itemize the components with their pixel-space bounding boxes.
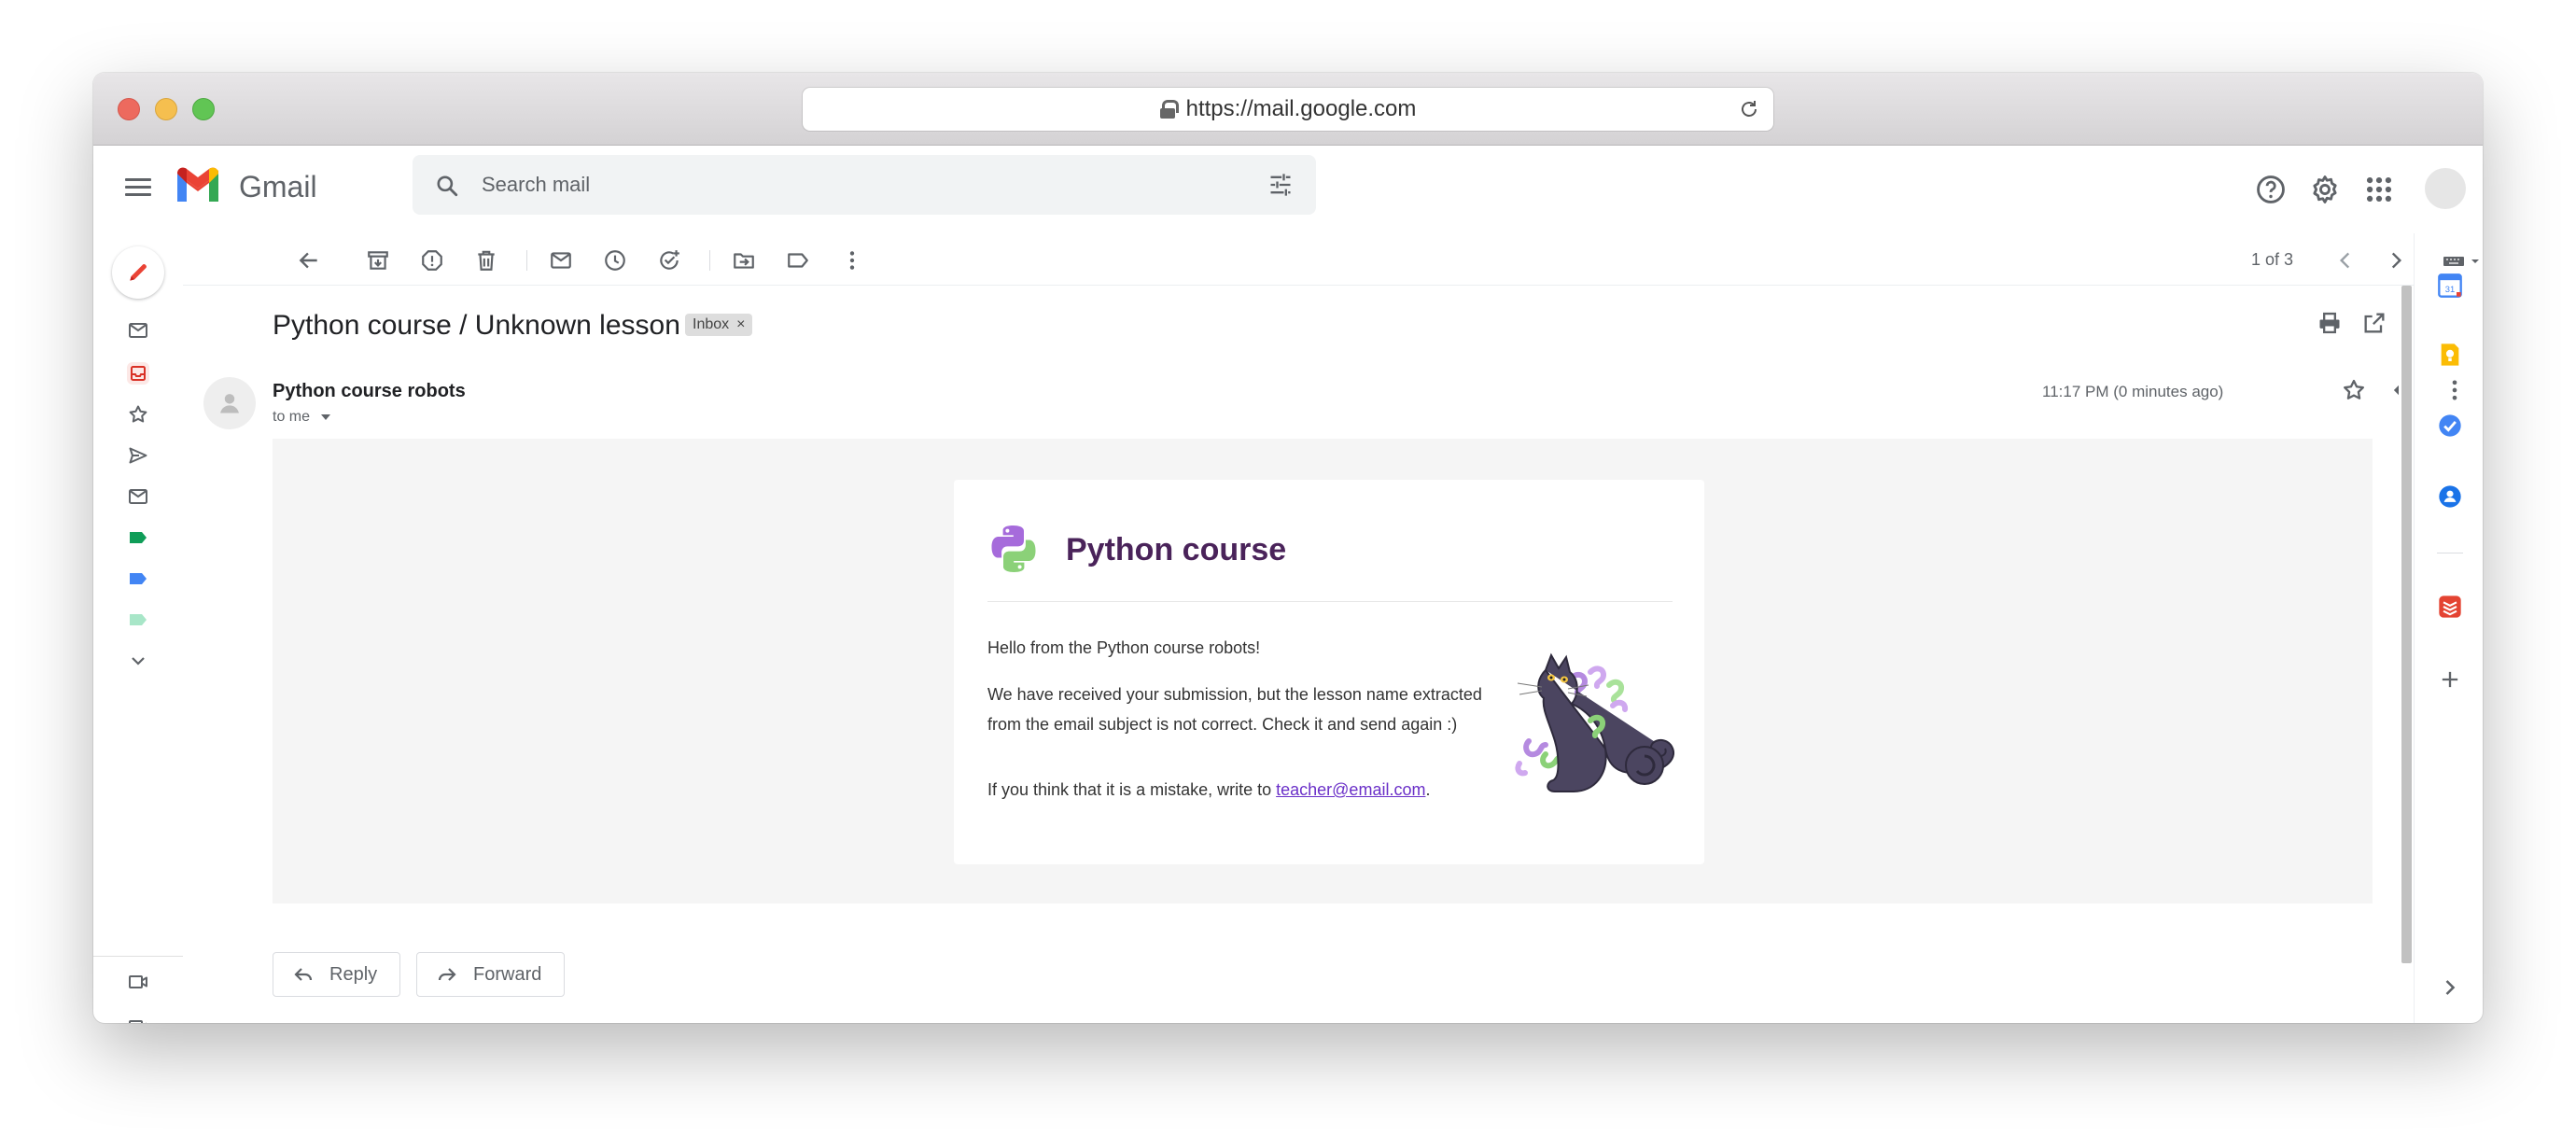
account-avatar[interactable] bbox=[2425, 168, 2466, 209]
keep-notes-icon[interactable] bbox=[2437, 342, 2463, 368]
all-mail-icon[interactable] bbox=[127, 485, 149, 508]
gmail-logo-icon bbox=[177, 167, 218, 202]
recipient-text: to me bbox=[273, 409, 311, 425]
message-toolbar: 1 of 3 bbox=[183, 233, 2479, 286]
toolbar-separator bbox=[526, 250, 527, 271]
side-panel: 31 bbox=[2414, 233, 2483, 1023]
pencil-icon bbox=[130, 264, 147, 281]
remove-label-icon[interactable]: × bbox=[736, 316, 745, 333]
person-icon bbox=[220, 394, 239, 413]
pagination-count: 1 of 3 bbox=[2251, 250, 2294, 269]
report-spam-icon[interactable] bbox=[420, 248, 444, 273]
star-icon[interactable] bbox=[2341, 377, 2367, 403]
card-divider bbox=[987, 601, 1673, 602]
message-timestamp: 11:17 PM (0 minutes ago) bbox=[2042, 383, 2224, 400]
email-card: Python course Hello from the Python cour… bbox=[954, 480, 1704, 864]
sender-name[interactable]: Python course robots bbox=[273, 381, 466, 402]
older-chevron-right-icon[interactable] bbox=[2384, 248, 2408, 273]
card-title: Python course bbox=[1066, 532, 1287, 568]
settings-gear-icon[interactable] bbox=[2309, 174, 2341, 205]
minimize-window-button[interactable] bbox=[155, 98, 177, 120]
zoom-window-button[interactable] bbox=[192, 98, 215, 120]
search-options-icon[interactable] bbox=[1267, 172, 1294, 198]
tasks-icon[interactable] bbox=[2437, 413, 2463, 439]
email-subject: Python course / Unknown lesson bbox=[273, 310, 680, 341]
main-menu-icon[interactable] bbox=[125, 174, 151, 202]
contacts-icon[interactable] bbox=[2437, 483, 2463, 510]
snooze-clock-icon[interactable] bbox=[603, 248, 627, 273]
forward-icon bbox=[438, 968, 456, 981]
reload-icon[interactable] bbox=[1738, 98, 1760, 120]
mistake-note: If you think that it is a mistake, write… bbox=[987, 775, 1430, 805]
add-to-tasks-icon[interactable] bbox=[657, 248, 681, 273]
reply-icon bbox=[294, 968, 313, 981]
teacher-email-link[interactable]: teacher@email.com bbox=[1276, 780, 1425, 799]
submission-message: We have received your submission, but th… bbox=[987, 685, 1482, 734]
print-icon[interactable] bbox=[2317, 310, 2343, 336]
email-body: Python course Hello from the Python cour… bbox=[273, 439, 2373, 904]
move-to-folder-icon[interactable] bbox=[732, 248, 756, 273]
delete-trash-icon[interactable] bbox=[474, 248, 498, 273]
label-icon[interactable] bbox=[786, 248, 810, 273]
python-logo-icon bbox=[991, 525, 1036, 572]
label-mint-icon[interactable] bbox=[127, 609, 149, 631]
url-text: https://mail.google.com bbox=[1185, 96, 1417, 121]
scrollbar-thumb[interactable] bbox=[2401, 286, 2412, 963]
newer-chevron-left-icon[interactable] bbox=[2333, 248, 2358, 273]
inbox-label-chip[interactable]: Inbox × bbox=[685, 314, 753, 336]
label-green-icon[interactable] bbox=[127, 526, 149, 549]
reply-button[interactable]: Reply bbox=[273, 952, 401, 997]
search-icon[interactable] bbox=[435, 174, 459, 198]
browser-titlebar: https://mail.google.com bbox=[93, 73, 2483, 146]
lock-icon bbox=[1159, 100, 1179, 119]
mistake-prefix: If you think that it is a mistake, write… bbox=[987, 780, 1277, 799]
close-window-button[interactable] bbox=[118, 98, 140, 120]
svg-text:31: 31 bbox=[2445, 285, 2455, 294]
left-sidebar bbox=[93, 233, 183, 1023]
mark-unread-icon[interactable] bbox=[549, 248, 573, 273]
inbox-label-text: Inbox bbox=[693, 316, 730, 332]
mistake-suffix: . bbox=[1425, 780, 1431, 799]
calendar-icon[interactable]: 31 bbox=[2437, 273, 2463, 299]
label-blue-icon[interactable] bbox=[127, 568, 149, 590]
caret-down-icon bbox=[321, 413, 331, 420]
apps-grid-icon[interactable] bbox=[2363, 174, 2395, 205]
inbox-icon[interactable] bbox=[127, 362, 149, 385]
browser-window: https://mail.google.com Gmail Search mai… bbox=[93, 73, 2483, 1023]
back-arrow-icon[interactable] bbox=[297, 248, 321, 273]
compose-button[interactable] bbox=[112, 246, 164, 299]
cat-illustration bbox=[1515, 652, 1674, 792]
todoist-addon-icon[interactable] bbox=[2437, 594, 2463, 620]
meet-video-icon[interactable] bbox=[127, 971, 149, 993]
recipient-details-toggle[interactable]: to me bbox=[273, 409, 332, 426]
search-bar bbox=[413, 155, 1316, 215]
address-bar[interactable]: https://mail.google.com bbox=[803, 88, 1773, 131]
help-icon[interactable] bbox=[2255, 174, 2287, 205]
new-meeting-icon[interactable] bbox=[127, 1016, 149, 1023]
search-input[interactable] bbox=[482, 166, 1210, 203]
gmail-header: Gmail bbox=[93, 146, 2483, 233]
forward-button[interactable]: Forward bbox=[416, 952, 566, 997]
get-addons-plus-icon[interactable] bbox=[2437, 666, 2463, 693]
forward-label: Forward bbox=[473, 963, 542, 985]
starred-icon[interactable] bbox=[127, 403, 149, 426]
reply-label: Reply bbox=[329, 963, 378, 985]
more-chevron-down-icon[interactable] bbox=[127, 650, 149, 672]
greeting-text: Hello from the Python course robots! bbox=[987, 638, 1261, 657]
show-side-panel-chevron-icon[interactable] bbox=[2437, 974, 2463, 1001]
gmail-logo-text: Gmail bbox=[239, 170, 317, 203]
toolbar-separator bbox=[709, 250, 710, 271]
inbox-mail-icon[interactable] bbox=[127, 319, 149, 342]
more-vertical-icon[interactable] bbox=[840, 248, 864, 273]
open-in-new-window-icon[interactable] bbox=[2361, 310, 2387, 336]
sent-icon[interactable] bbox=[127, 444, 149, 467]
archive-icon[interactable] bbox=[366, 248, 390, 273]
sender-avatar[interactable] bbox=[203, 377, 256, 429]
sidebar-divider bbox=[93, 956, 183, 957]
